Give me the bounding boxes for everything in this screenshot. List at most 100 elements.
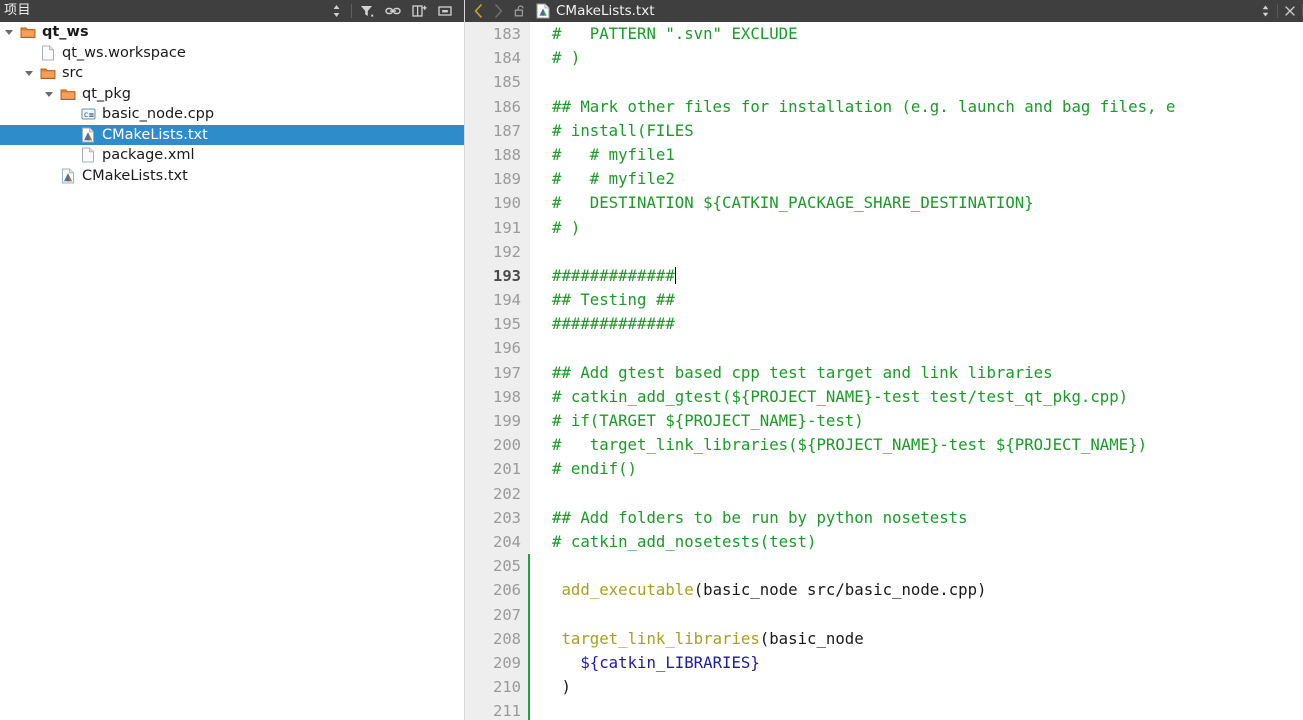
project-file-tree[interactable]: qt_ws qt_ws.workspacesrc qt_pkgc basic_node… xyxy=(0,22,464,720)
tree-item-qt-pkg[interactable]: qt_pkg xyxy=(0,84,464,105)
code-line[interactable]: ## Add gtest based cpp test target and l… xyxy=(552,361,1303,385)
code-line[interactable]: target_link_libraries(basic_node xyxy=(552,627,1303,651)
code-token: # catkin_add_gtest(${PROJECT_NAME}-test … xyxy=(552,386,1129,406)
code-line[interactable] xyxy=(552,699,1303,720)
code-line[interactable]: # endif() xyxy=(552,457,1303,481)
add-split-icon[interactable] xyxy=(406,0,432,22)
toolbar-divider xyxy=(351,4,352,18)
line-number: 189 xyxy=(493,170,521,189)
code-line[interactable]: # if(TARGET ${PROJECT_NAME}-test) xyxy=(552,409,1303,433)
code-token: ############# xyxy=(552,314,675,334)
tree-item-package-xml[interactable]: package.xml xyxy=(0,145,464,166)
code-line[interactable]: # target_link_libraries(${PROJECT_NAME}-… xyxy=(552,433,1303,457)
code-token: target_link_libraries xyxy=(561,628,760,648)
code-line[interactable]: ) xyxy=(552,675,1303,699)
line-number: 195 xyxy=(493,315,521,334)
code-token: # # myfile2 xyxy=(552,169,675,189)
line-number: 201 xyxy=(493,460,521,479)
cmake-file-icon xyxy=(58,168,78,184)
code-token: ## Add folders to be run by python noset… xyxy=(552,507,968,527)
code-editor: CMakeLists.txt 183 184 185 186 187 188 1… xyxy=(465,0,1303,720)
close-icon[interactable] xyxy=(1278,0,1302,22)
sort-order-icon[interactable] xyxy=(323,0,349,22)
ide-window: 项目 qt_ws qt_ws.workspace src qt_pkg c ba… xyxy=(0,0,1303,720)
split-view-icon[interactable] xyxy=(1253,0,1277,22)
code-token: (basic_node xyxy=(759,628,864,648)
line-number: 192 xyxy=(493,242,521,261)
line-number: 188 xyxy=(493,145,521,164)
tree-item-qt-ws-workspace[interactable]: qt_ws.workspace xyxy=(0,43,464,64)
code-line[interactable]: # PATTERN ".svn" EXCLUDE xyxy=(552,22,1303,46)
code-token: ${catkin_LIBRARIES} xyxy=(580,652,760,672)
code-line[interactable]: # # myfile2 xyxy=(552,167,1303,191)
code-line[interactable]: ## Testing ## xyxy=(552,288,1303,312)
code-token: # if(TARGET ${PROJECT_NAME}-test) xyxy=(552,411,864,430)
tree-item-qt-ws[interactable]: qt_ws xyxy=(0,22,464,43)
line-number: 210 xyxy=(493,678,521,697)
code-line[interactable] xyxy=(552,603,1303,627)
code-line[interactable] xyxy=(552,240,1303,264)
link-sync-icon[interactable] xyxy=(380,0,406,22)
tree-item-cmakelists-txt[interactable]: CMakeLists.txt xyxy=(0,124,464,145)
tree-item-src[interactable]: src xyxy=(0,63,464,84)
folder-icon xyxy=(38,66,58,80)
tree-item-label: qt_pkg xyxy=(82,85,131,102)
code-line[interactable]: # # myfile1 xyxy=(552,143,1303,167)
code-token: # catkin_add_nosetests(test) xyxy=(552,531,817,551)
code-line[interactable]: ## Mark other files for installation (e.… xyxy=(552,95,1303,119)
code-token: # # myfile1 xyxy=(552,144,675,164)
tree-item-label: qt_ws xyxy=(42,24,89,41)
code-line[interactable] xyxy=(552,482,1303,506)
line-number: 205 xyxy=(493,557,521,576)
nav-back-icon[interactable] xyxy=(468,0,488,22)
code-line[interactable]: ############# xyxy=(552,264,1303,288)
cmake-file-icon xyxy=(78,127,98,143)
line-number: 184 xyxy=(493,49,521,68)
chevron-down-icon[interactable] xyxy=(20,68,38,78)
editor-tabbar: CMakeLists.txt xyxy=(465,0,1303,22)
filter-icon[interactable] xyxy=(354,0,380,22)
nav-forward-icon[interactable] xyxy=(488,0,508,22)
code-line[interactable]: add_executable(basic_node src/basic_node… xyxy=(552,578,1303,602)
code-token: ## Add gtest based cpp test target and l… xyxy=(552,362,1053,382)
chevron-down-icon[interactable] xyxy=(0,27,18,37)
code-line[interactable]: # catkin_add_gtest(${PROJECT_NAME}-test … xyxy=(552,385,1303,409)
line-number: 185 xyxy=(493,73,521,92)
code-token: # ) xyxy=(552,48,581,68)
folder-icon xyxy=(58,87,78,101)
line-number: 183 xyxy=(493,25,521,43)
line-number: 209 xyxy=(493,653,521,672)
line-number: 197 xyxy=(493,363,521,382)
code-line[interactable]: # ) xyxy=(552,216,1303,240)
tree-item-label: basic_node.cpp xyxy=(102,106,215,123)
code-text-area[interactable]: # PATTERN ".svn" EXCLUDE # ) ## Mark othe… xyxy=(530,22,1303,720)
tree-item-label: qt_ws.workspace xyxy=(62,44,186,61)
text-cursor xyxy=(674,266,676,284)
chevron-down-icon[interactable] xyxy=(40,89,58,99)
unlocked-padlock-icon[interactable] xyxy=(508,0,532,22)
code-line[interactable]: # ) xyxy=(552,46,1303,70)
tree-item-basic-node-cpp[interactable]: c basic_node.cpp xyxy=(0,104,464,125)
line-number: 202 xyxy=(493,484,521,503)
tab-label-cmakelists[interactable]: CMakeLists.txt xyxy=(554,0,655,22)
line-number: 200 xyxy=(493,436,521,455)
code-line[interactable]: ${catkin_LIBRARIES} xyxy=(552,651,1303,675)
code-line[interactable]: ## Add folders to be run by python noset… xyxy=(552,506,1303,530)
code-line[interactable] xyxy=(552,336,1303,360)
code-token: # target_link_libraries(${PROJECT_NAME}-… xyxy=(552,435,1148,455)
code-line[interactable] xyxy=(552,554,1303,578)
tree-item-label: CMakeLists.txt xyxy=(82,167,188,184)
collapse-panel-icon[interactable] xyxy=(432,0,458,22)
code-surface[interactable]: 183 184 185 186 187 188 189 190 191 192 193 194 195 1… xyxy=(465,22,1303,720)
project-panel-title: 项目 xyxy=(4,3,32,18)
svg-text:c: c xyxy=(83,110,88,119)
code-line[interactable]: # DESTINATION ${CATKIN_PACKAGE_SHARE_DES… xyxy=(552,191,1303,215)
line-number: 203 xyxy=(493,508,521,527)
code-line[interactable]: # install(FILES xyxy=(552,119,1303,143)
code-line[interactable]: ############# xyxy=(552,312,1303,336)
code-line[interactable]: # catkin_add_nosetests(test) xyxy=(552,530,1303,554)
cmake-file-icon xyxy=(532,0,554,22)
tree-item-cmakelists-txt[interactable]: CMakeLists.txt xyxy=(0,166,464,187)
code-token: ) xyxy=(552,677,571,697)
code-line[interactable] xyxy=(552,70,1303,94)
